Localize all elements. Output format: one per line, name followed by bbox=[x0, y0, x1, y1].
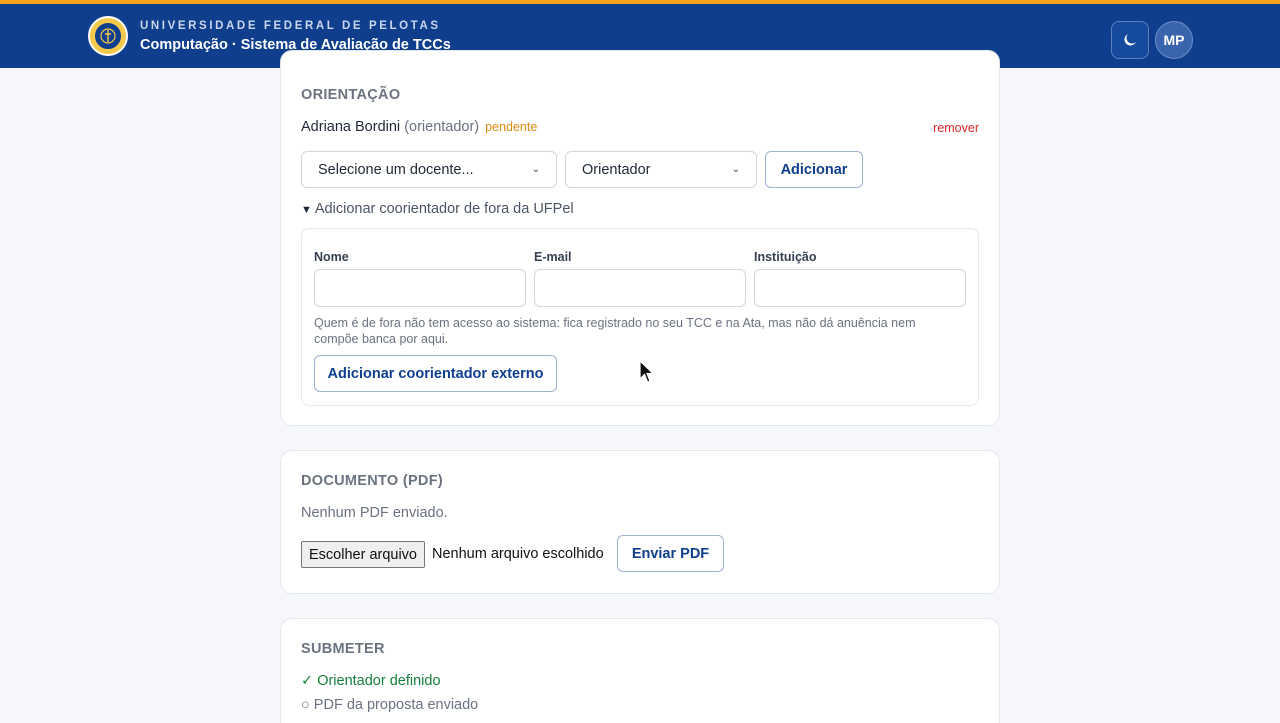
advisor-name: Adriana Bordini bbox=[301, 119, 401, 135]
theme-toggle-button[interactable] bbox=[1111, 21, 1149, 59]
document-title: DOCUMENTO (PDF) bbox=[301, 473, 443, 489]
email-label: E-mail bbox=[534, 250, 572, 264]
advisor-role: (orientador) bbox=[404, 119, 480, 135]
institution-field[interactable] bbox=[754, 269, 966, 307]
external-hint: Quem é de fora não tem acesso ao sistema… bbox=[314, 316, 916, 346]
teacher-select-value: Selecione um docente... bbox=[318, 161, 474, 178]
send-pdf-button[interactable]: Enviar PDF bbox=[617, 535, 724, 572]
university-seal-icon bbox=[88, 16, 128, 56]
email-field[interactable] bbox=[534, 269, 746, 307]
checklist-item-pdf: ○ PDF da proposta enviado bbox=[301, 697, 478, 713]
chevron-down-icon: ⌄ bbox=[531, 164, 540, 175]
name-label: Nome bbox=[314, 250, 349, 264]
check-icon: ✓ bbox=[301, 673, 314, 689]
checklist-item-advisor: ✓ Orientador definido bbox=[301, 673, 441, 689]
circle-icon: ○ bbox=[301, 697, 310, 713]
user-avatar[interactable]: MP bbox=[1155, 21, 1193, 59]
remove-advisor-link[interactable]: remover bbox=[933, 121, 979, 135]
role-select-value: Orientador bbox=[582, 161, 651, 178]
orientation-title: ORIENTAÇÃO bbox=[301, 87, 401, 103]
choose-file-button[interactable]: Escolher arquivo bbox=[301, 541, 425, 568]
triangle-down-icon: ▼ bbox=[301, 204, 312, 216]
moon-icon bbox=[1124, 34, 1136, 46]
add-external-coadvisor-button[interactable]: Adicionar coorientador externo bbox=[314, 355, 557, 392]
institution-label: Instituição bbox=[754, 250, 817, 264]
advisor-status-badge: pendente bbox=[485, 120, 538, 134]
teacher-select[interactable]: Selecione um docente... ⌄ bbox=[301, 151, 557, 188]
document-card: DOCUMENTO (PDF) Nenhum PDF enviado. Esco… bbox=[280, 450, 1000, 594]
name-field[interactable] bbox=[314, 269, 526, 307]
advisor-entry: Adriana Bordini (orientador) pendente bbox=[301, 119, 537, 135]
chevron-down-icon: ⌄ bbox=[731, 164, 740, 175]
document-status: Nenhum PDF enviado. bbox=[301, 505, 448, 521]
submit-title: SUBMETER bbox=[301, 641, 385, 657]
checklist-label: Orientador definido bbox=[317, 673, 441, 689]
external-coadvisor-summary: Adicionar coorientador de fora da UFPel bbox=[314, 201, 574, 217]
checklist-label: PDF da proposta enviado bbox=[313, 697, 479, 713]
chosen-file-text: Nenhum arquivo escolhido bbox=[432, 546, 604, 562]
add-advisor-button[interactable]: Adicionar bbox=[765, 151, 863, 188]
role-select[interactable]: Orientador ⌄ bbox=[565, 151, 757, 188]
submit-card: SUBMETER ✓ Orientador definido ○ PDF da … bbox=[280, 618, 1000, 723]
mouse-cursor-icon bbox=[639, 360, 655, 383]
university-name: UNIVERSIDADE FEDERAL DE PELOTAS bbox=[140, 19, 441, 32]
external-coadvisor-toggle[interactable]: ▼ Adicionar coorientador de fora da UFPel bbox=[301, 201, 574, 217]
